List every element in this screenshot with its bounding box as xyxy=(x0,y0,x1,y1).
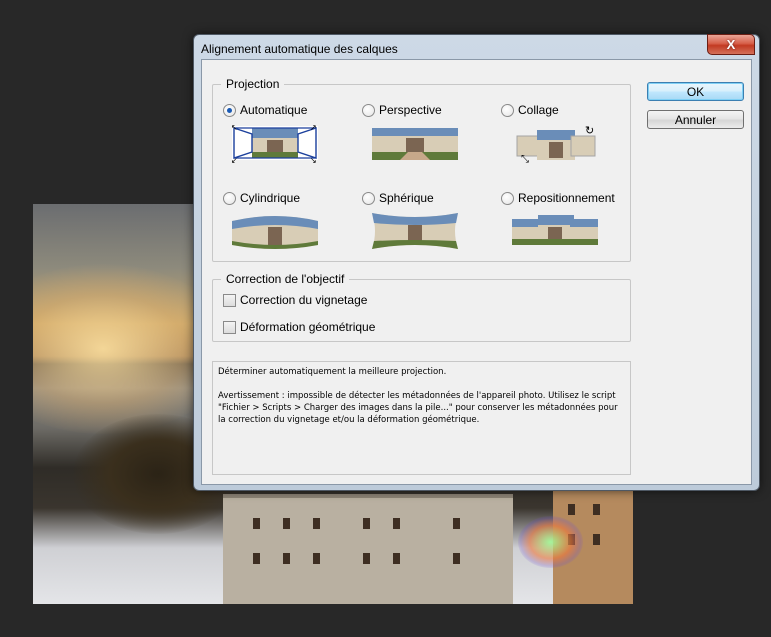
svg-text:↻: ↻ xyxy=(585,124,594,137)
svg-text:↘: ↘ xyxy=(310,156,317,164)
lens-correction-legend: Correction de l'objectif xyxy=(221,272,350,286)
vignette-correction-label: Correction du vignetage xyxy=(240,293,368,307)
option-spherique[interactable]: Sphérique xyxy=(362,191,434,205)
svg-text:⤡: ⤡ xyxy=(521,154,529,164)
radio-cylindrique[interactable] xyxy=(223,191,236,205)
label-collage: Collage xyxy=(518,103,559,117)
cancel-button[interactable]: Annuler xyxy=(647,110,744,129)
option-cylindrique[interactable]: Cylindrique xyxy=(223,191,300,205)
label-spherique: Sphérique xyxy=(379,191,434,205)
label-automatique: Automatique xyxy=(240,103,308,117)
radio-automatique[interactable] xyxy=(223,103,236,117)
radio-perspective[interactable] xyxy=(362,103,375,117)
svg-text:↗: ↗ xyxy=(310,123,317,132)
projection-group: Projection Automatique ↖ ↗ ↙ ↘ Perspecti… xyxy=(212,77,631,262)
lens-correction-group: Correction de l'objectif Correction du v… xyxy=(212,272,631,342)
label-repositionnement: Repositionnement xyxy=(518,191,615,205)
auto-projection-icon[interactable]: ↖ ↗ ↙ ↘ xyxy=(230,122,320,164)
reposition-projection-icon[interactable] xyxy=(510,211,600,251)
option-collage[interactable]: Collage xyxy=(501,103,559,117)
cylindrical-projection-icon[interactable] xyxy=(230,211,320,251)
warning-text: Avertissement : impossible de détecter l… xyxy=(218,391,618,425)
geometric-distortion-label: Déformation géométrique xyxy=(240,320,376,334)
svg-text:↖: ↖ xyxy=(231,123,238,132)
dialog-body: Projection Automatique ↖ ↗ ↙ ↘ Perspecti… xyxy=(201,59,752,485)
dialog-title: Alignement automatique des calques xyxy=(201,42,398,56)
option-automatique[interactable]: Automatique xyxy=(223,103,307,117)
radio-repositionnement[interactable] xyxy=(501,191,514,205)
geometric-distortion-option[interactable]: Déformation géométrique xyxy=(223,320,375,334)
radio-spherique[interactable] xyxy=(362,191,375,205)
description-text: Déterminer automatiquement la meilleure … xyxy=(218,367,447,377)
close-icon: X xyxy=(726,37,736,52)
label-cylindrique: Cylindrique xyxy=(240,191,301,205)
close-button[interactable]: X xyxy=(707,34,755,55)
projection-legend: Projection xyxy=(221,77,285,91)
vignette-correction-option[interactable]: Correction du vignetage xyxy=(223,293,367,307)
lens-flare xyxy=(518,516,583,568)
vignette-correction-checkbox[interactable] xyxy=(223,293,236,307)
perspective-projection-icon[interactable] xyxy=(370,122,460,164)
collage-projection-icon[interactable]: ↻ ⤡ xyxy=(513,122,603,164)
radio-collage[interactable] xyxy=(501,103,514,117)
option-repositionnement[interactable]: Repositionnement xyxy=(501,191,615,205)
description-box: Déterminer automatiquement la meilleure … xyxy=(212,361,631,475)
building xyxy=(223,494,513,604)
auto-align-dialog: Alignement automatique des calques X Pro… xyxy=(193,34,760,491)
svg-text:↙: ↙ xyxy=(231,156,238,164)
label-perspective: Perspective xyxy=(379,103,442,117)
spherical-projection-icon[interactable] xyxy=(370,211,460,251)
ok-button[interactable]: OK xyxy=(647,82,744,101)
option-perspective[interactable]: Perspective xyxy=(362,103,442,117)
geometric-distortion-checkbox[interactable] xyxy=(223,320,236,334)
